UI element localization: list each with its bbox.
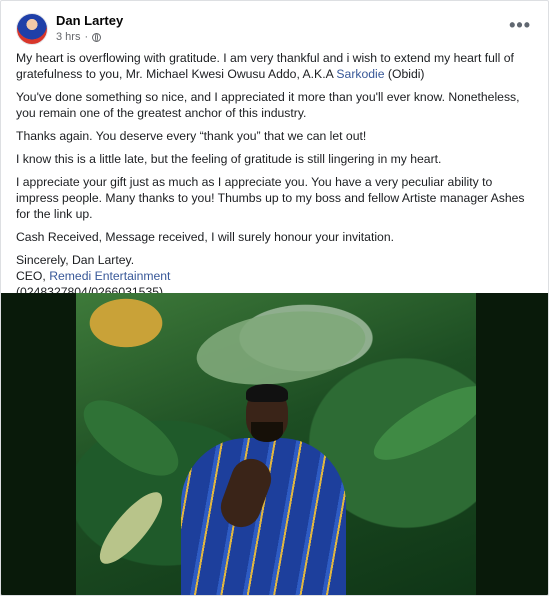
robe	[181, 438, 346, 595]
paragraph-1-text: My heart is overflowing with gratitude. …	[16, 51, 514, 81]
paragraph-1: My heart is overflowing with gratitude. …	[16, 50, 538, 82]
avatar[interactable]	[16, 13, 48, 45]
signature-line-2-prefix: CEO,	[16, 269, 50, 283]
meta-separator: ·	[84, 31, 89, 43]
timestamp[interactable]: 3 hrs	[56, 31, 80, 43]
author-name[interactable]: Dan Lartey	[56, 13, 123, 28]
hair	[246, 384, 288, 402]
paragraph-3: Thanks again. You deserve every “thank y…	[16, 129, 367, 143]
person-figure	[171, 384, 351, 595]
globe-icon[interactable]	[92, 32, 102, 42]
post-photo[interactable]	[1, 293, 548, 595]
beard	[251, 422, 283, 442]
post-header: Dan Lartey 3 hrs · •••	[16, 11, 536, 47]
signature-line-1: Sincerely, Dan Lartey.	[16, 253, 135, 267]
leaf-shape	[191, 301, 371, 395]
paragraph-5: I appreciate your gift just as much as I…	[16, 175, 525, 221]
paragraph-6: Cash Received, Message received, I will …	[16, 230, 394, 244]
leaf-shape	[90, 483, 172, 573]
mention-link-sarkodie[interactable]: Sarkodie	[336, 67, 384, 81]
photo-scene	[76, 293, 476, 595]
more-options-icon[interactable]: •••	[509, 15, 531, 36]
paragraph-4: I know this is a little late, but the fe…	[16, 152, 442, 166]
paragraph-2: You've done something so nice, and I app…	[16, 90, 520, 120]
paragraph-1-tail: (Obidi)	[384, 67, 425, 81]
post-body: My heart is overflowing with gratitude. …	[16, 50, 538, 300]
leaf-shape	[364, 373, 476, 473]
facebook-post: Dan Lartey 3 hrs · ••• My heart is overf…	[0, 0, 549, 596]
post-meta: 3 hrs ·	[56, 31, 102, 43]
mention-link-remedi[interactable]: Remedi Entertainment	[49, 269, 170, 283]
